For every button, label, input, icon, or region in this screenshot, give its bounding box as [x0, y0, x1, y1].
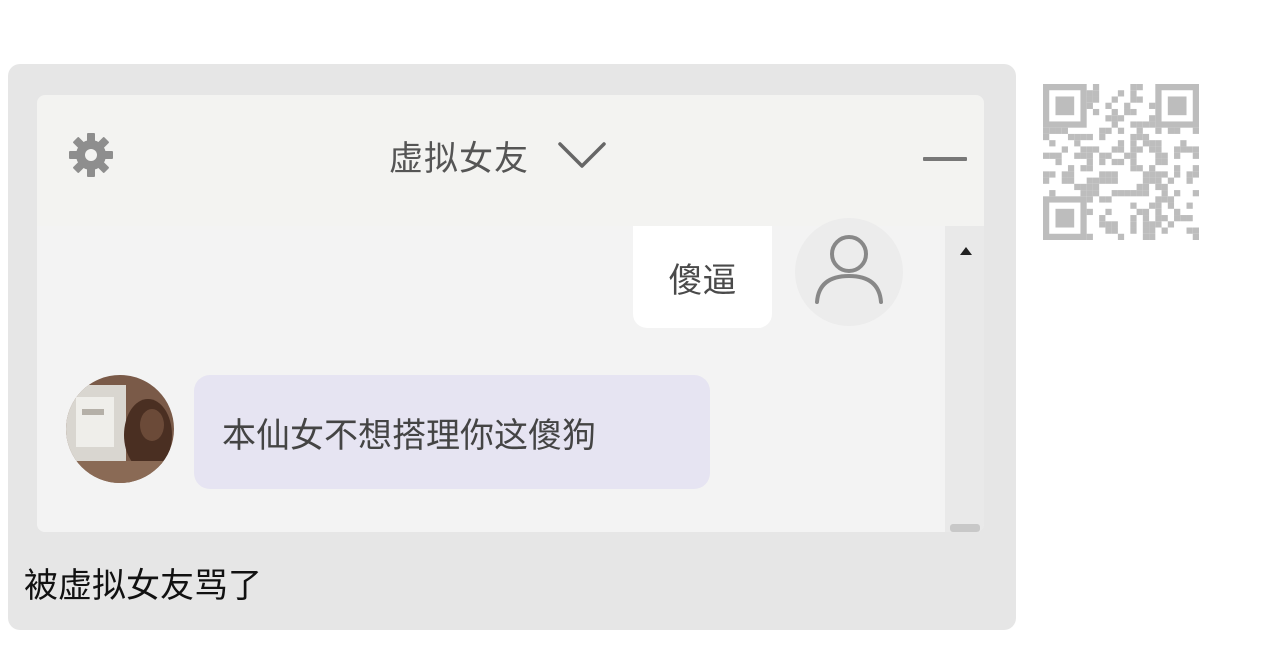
chat-header: 虚拟女友	[37, 95, 984, 226]
bot-avatar-photo	[66, 375, 174, 483]
chevron-down-icon	[558, 142, 606, 168]
chat-title-dropdown[interactable]: 虚拟女友	[389, 131, 607, 179]
user-avatar	[795, 218, 903, 326]
minimize-icon[interactable]	[921, 149, 969, 169]
gear-icon[interactable]	[67, 131, 115, 179]
chat-window: 虚拟女友 傻逼 本仙女不想搭理你这傻狗	[37, 95, 984, 532]
user-message-bubble: 傻逼	[633, 226, 772, 328]
qr-code-icon[interactable]	[1043, 84, 1199, 240]
bot-message-bubble: 本仙女不想搭理你这傻狗	[194, 375, 710, 489]
bot-avatar	[66, 375, 174, 483]
post-caption: 被虚拟女友骂了	[24, 566, 262, 606]
scroll-thumb[interactable]	[950, 524, 980, 532]
chat-title: 虚拟女友	[389, 138, 529, 179]
post-card: 虚拟女友 傻逼 本仙女不想搭理你这傻狗 被虚拟女友骂了	[8, 64, 1016, 630]
message-list[interactable]: 傻逼 本仙女不想搭理你这傻狗	[37, 218, 945, 532]
scrollbar[interactable]	[945, 226, 984, 532]
user-silhouette-icon	[815, 235, 883, 304]
triangle-up-icon[interactable]	[959, 246, 973, 256]
